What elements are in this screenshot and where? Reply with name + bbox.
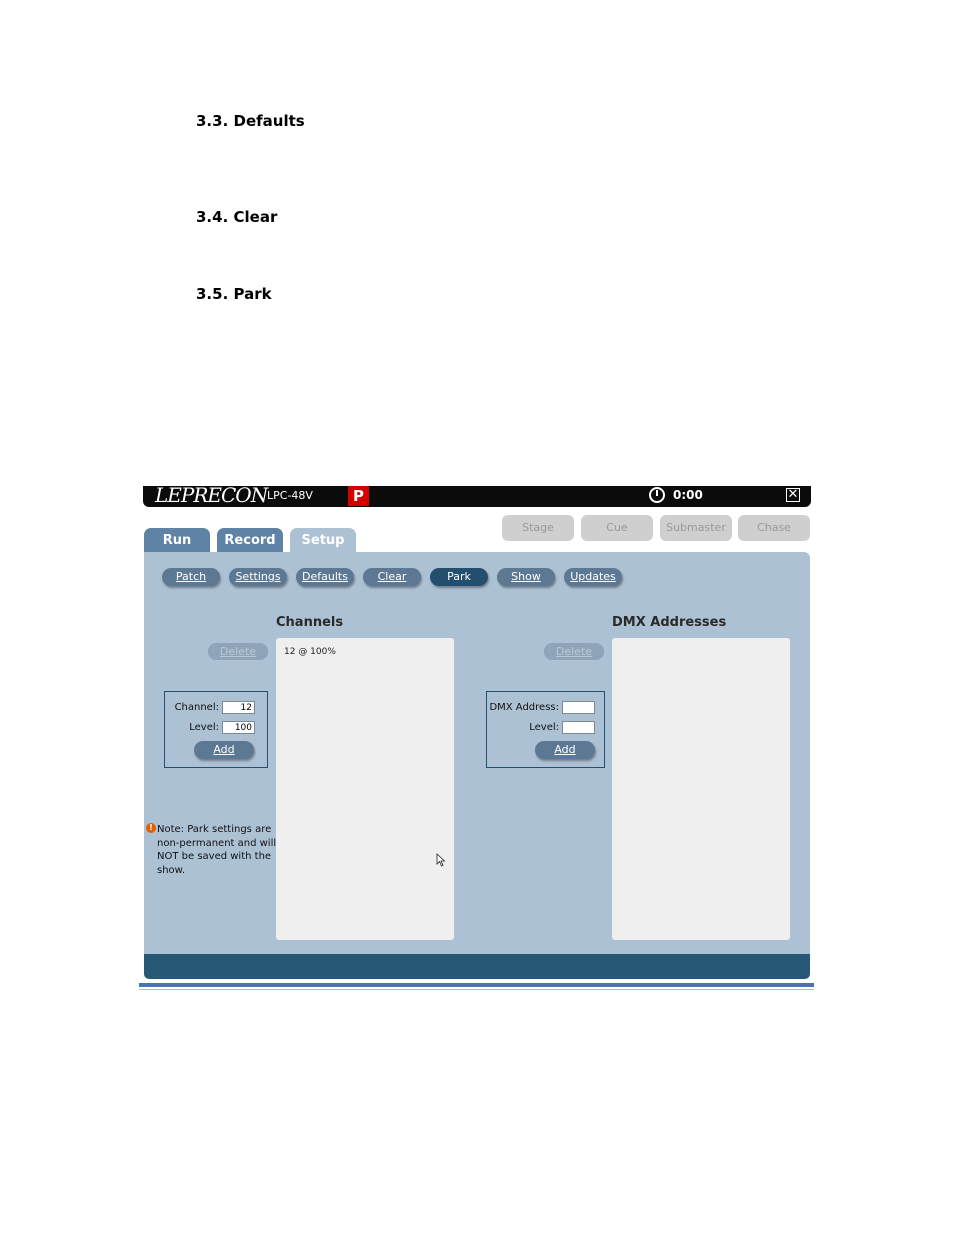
channels-delete-button[interactable]: Delete [208,643,268,660]
stage-button[interactable]: Stage [502,515,574,541]
tab-run[interactable]: Run [144,528,210,553]
subtab-show[interactable]: Show [497,568,555,586]
model-label: LPC-48V [267,489,313,502]
page-rule-thin [139,989,814,990]
app-screenshot: LEPRECON LPC-48V P 0:00 ✕ Run Record Set… [143,483,811,980]
dmx-address-input[interactable] [562,701,595,714]
dmx-level-input[interactable] [562,721,595,734]
title-bar: LEPRECON LPC-48V P 0:00 ✕ [143,483,811,507]
dmx-add-button[interactable]: Add [535,741,595,759]
list-item[interactable]: 12 @ 100% [284,647,336,657]
dmx-form: DMX Address: Level: Add [486,691,605,768]
dmx-title: DMX Addresses [612,615,727,630]
clock-icon [649,487,665,503]
level-input[interactable]: 100 [222,721,255,734]
heading-park: 3.5. Park [196,285,272,303]
subtab-defaults[interactable]: Defaults [296,568,354,586]
level-label: Level: [189,722,219,733]
chase-button[interactable]: Chase [738,515,810,541]
channel-label: Channel: [174,702,219,713]
channels-title: Channels [276,615,344,630]
subtab-updates[interactable]: Updates [564,568,622,586]
submaster-button[interactable]: Submaster [660,515,732,541]
dmx-list[interactable] [612,638,790,940]
channel-input[interactable]: 12 [222,701,255,714]
subtab-park[interactable]: Park [430,568,488,586]
channel-form: Channel: 12 Level: 100 Add [164,691,268,768]
heading-defaults: 3.3. Defaults [196,112,305,130]
dmx-address-label: DMX Address: [489,702,559,713]
subtab-patch[interactable]: Patch [162,568,220,586]
cue-button[interactable]: Cue [581,515,653,541]
channel-add-button[interactable]: Add [194,741,254,759]
bottom-bar [144,954,810,979]
page-rule [139,983,814,987]
park-indicator-badge: P [348,486,369,506]
close-icon[interactable]: ✕ [786,488,800,502]
leprecon-logo: LEPRECON [155,483,268,507]
park-note: Note: Park settings are non-permanent an… [157,824,277,876]
channels-list[interactable]: 12 @ 100% [276,638,454,940]
dmx-delete-button[interactable]: Delete [544,643,604,660]
mouse-cursor-icon [436,853,446,867]
warning-icon: ! [146,823,156,833]
timer-readout: 0:00 [673,488,703,502]
tab-record[interactable]: Record [217,528,283,553]
subtab-settings[interactable]: Settings [229,568,287,586]
subtab-clear[interactable]: Clear [363,568,421,586]
dmx-level-label: Level: [529,722,559,733]
tab-setup[interactable]: Setup [290,528,356,553]
heading-clear: 3.4. Clear [196,208,278,226]
